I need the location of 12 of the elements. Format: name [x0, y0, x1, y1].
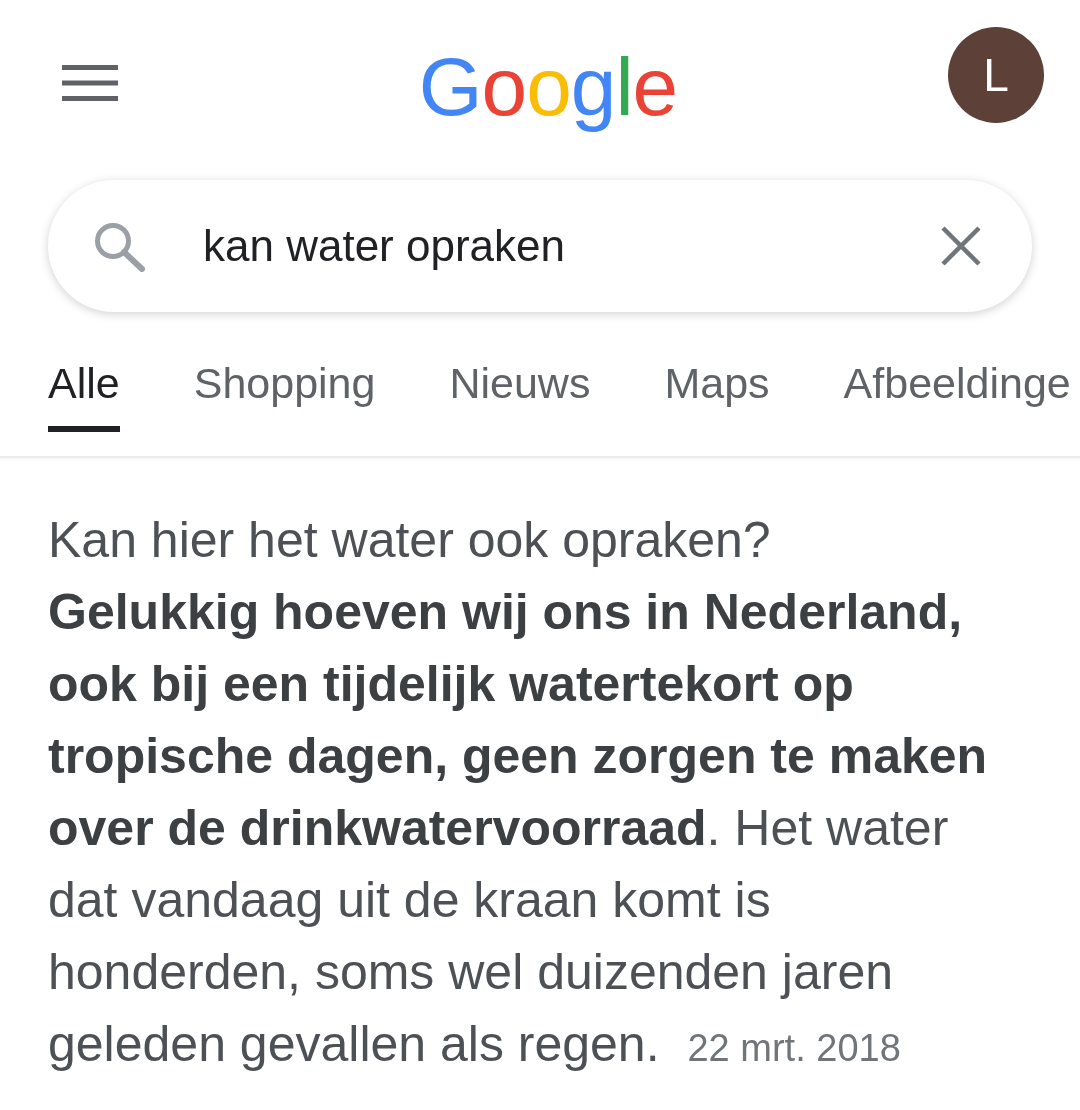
avatar[interactable]: L: [948, 27, 1044, 123]
menu-icon[interactable]: [62, 65, 118, 101]
tab[interactable]: Maps: [664, 340, 770, 432]
tab[interactable]: Nieuws: [449, 340, 591, 432]
tab[interactable]: Shopping: [193, 340, 376, 432]
close-icon[interactable]: [940, 225, 982, 267]
tab[interactable]: Alle: [48, 340, 120, 432]
question-text: Kan hier het water ook opraken?: [48, 511, 772, 570]
search-icon: [92, 220, 146, 272]
answer-text: Gelukkig hoeven wij ons in Nederland, ook bij een tijdelijk watertekort op tropische dagen, geen zorgen te maken over de drinkwatervoorraad. Het water dat vandaag uit de kraan komt is honderden, soms wel duizenden jaren geleden gevallen als regen. 22 mrt. 2018: [48, 583, 989, 1074]
search-input[interactable]: kan water opraken: [203, 213, 900, 279]
tab[interactable]: Afbeeldinge: [843, 340, 1071, 432]
